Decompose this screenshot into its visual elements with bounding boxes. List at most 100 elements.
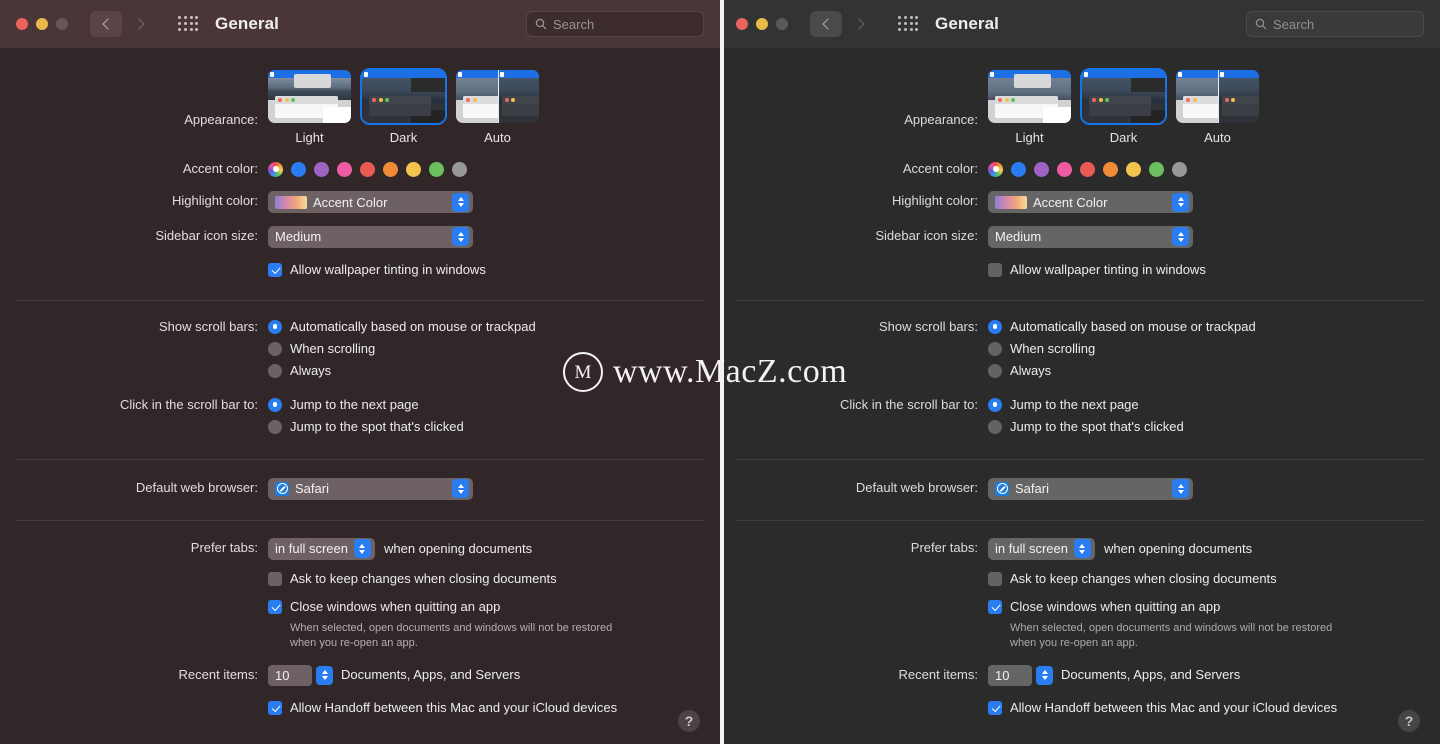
prefer-tabs-popup[interactable]: in full screen — [268, 537, 375, 560]
chevron-updown-icon[interactable] — [1073, 539, 1091, 558]
scrollbar-option-always[interactable]: Always — [268, 361, 704, 381]
chevron-updown-icon[interactable] — [452, 479, 469, 498]
help-button[interactable]: ? — [678, 710, 700, 732]
accent-swatch-purple[interactable] — [1034, 161, 1049, 177]
radio-jump-spot-clicked[interactable] — [268, 419, 282, 434]
wallpaper-tinting-checkbox[interactable] — [268, 262, 282, 277]
wallpaper-tinting-checkbox-row[interactable]: Allow wallpaper tinting in windows — [988, 260, 1424, 280]
recent-items-stepper[interactable] — [1036, 665, 1053, 685]
appearance-option-dark[interactable]: Dark — [360, 68, 447, 145]
radio-jump-spot-clicked[interactable] — [988, 419, 1002, 434]
forward-button[interactable] — [844, 11, 876, 37]
default-browser-popup[interactable]: Safari — [268, 477, 473, 500]
chevron-updown-icon[interactable] — [1172, 479, 1189, 498]
handoff-checkbox-row[interactable]: Allow Handoff between this Mac and your … — [268, 698, 704, 718]
scrollclick-option-next-page[interactable]: Jump to the next page — [268, 395, 704, 415]
chevron-updown-icon[interactable] — [452, 227, 469, 246]
show-all-grid-icon[interactable] — [178, 16, 199, 32]
close-windows-checkbox-row[interactable]: Close windows when quitting an app — [988, 597, 1424, 617]
accent-swatch-yellow[interactable] — [1126, 161, 1141, 177]
minimize-button[interactable] — [756, 18, 768, 30]
back-button[interactable] — [90, 11, 122, 37]
appearance-option-light[interactable]: Light — [268, 70, 351, 145]
accent-swatch-multicolor[interactable] — [988, 161, 1003, 177]
handoff-checkbox-row[interactable]: Allow Handoff between this Mac and your … — [988, 698, 1424, 718]
close-button[interactable] — [16, 18, 28, 30]
ask-keep-changes-checkbox-row[interactable]: Ask to keep changes when closing documen… — [268, 569, 704, 589]
close-windows-checkbox[interactable] — [988, 599, 1002, 614]
accent-swatch-multicolor[interactable] — [268, 161, 283, 177]
appearance-options[interactable]: Light Dark Auto — [988, 68, 1424, 145]
accent-swatch-green[interactable] — [1149, 161, 1164, 177]
chevron-updown-icon[interactable] — [1172, 192, 1189, 212]
chevron-updown-icon[interactable] — [353, 539, 371, 558]
recent-items-value[interactable]: 10 — [268, 664, 312, 686]
accent-swatch-yellow[interactable] — [406, 161, 421, 177]
radio-scrollbar-when-scrolling[interactable] — [988, 341, 1002, 356]
appearance-option-auto[interactable]: Auto — [1176, 70, 1259, 145]
wallpaper-tinting-checkbox[interactable] — [988, 262, 1002, 277]
search-field[interactable]: Search — [1246, 11, 1424, 37]
scrollclick-option-spot-clicked[interactable]: Jump to the spot that's clicked — [988, 417, 1424, 437]
scrollbar-option-auto[interactable]: Automatically based on mouse or trackpad — [268, 317, 704, 337]
forward-button[interactable] — [124, 11, 156, 37]
search-field[interactable]: Search — [526, 11, 704, 37]
appearance-thumb-dark[interactable] — [360, 68, 447, 125]
accent-swatch-red[interactable] — [360, 161, 375, 177]
close-windows-checkbox[interactable] — [268, 599, 282, 614]
radio-jump-next-page[interactable] — [988, 397, 1002, 412]
ask-keep-changes-checkbox-row[interactable]: Ask to keep changes when closing documen… — [988, 569, 1424, 589]
scrollbar-option-when-scrolling[interactable]: When scrolling — [988, 339, 1424, 359]
accent-swatch-graphite[interactable] — [452, 161, 467, 177]
traffic-lights[interactable] — [16, 18, 68, 30]
radio-scrollbar-auto[interactable] — [988, 319, 1002, 334]
recent-items-stepper[interactable] — [316, 665, 333, 685]
accent-swatch-blue[interactable] — [1011, 161, 1026, 177]
zoom-button[interactable] — [776, 18, 788, 30]
show-all-grid-icon[interactable] — [898, 16, 919, 32]
highlight-color-popup[interactable]: Accent Color — [988, 191, 1193, 213]
appearance-option-light[interactable]: Light — [988, 70, 1071, 145]
accent-swatch-orange[interactable] — [1103, 161, 1118, 177]
appearance-thumb-light[interactable] — [988, 70, 1071, 123]
accent-swatch-blue[interactable] — [291, 161, 306, 177]
appearance-thumb-auto[interactable] — [1176, 70, 1259, 123]
appearance-option-auto[interactable]: Auto — [456, 70, 539, 145]
radio-scrollbar-always[interactable] — [988, 363, 1002, 378]
appearance-thumb-dark[interactable] — [1080, 68, 1167, 125]
default-browser-popup[interactable]: Safari — [988, 477, 1193, 500]
accent-swatch-purple[interactable] — [314, 161, 329, 177]
recent-items-value[interactable]: 10 — [988, 664, 1032, 686]
accent-swatch-green[interactable] — [429, 161, 444, 177]
handoff-checkbox[interactable] — [988, 700, 1002, 715]
appearance-thumb-auto[interactable] — [456, 70, 539, 123]
radio-scrollbar-when-scrolling[interactable] — [268, 341, 282, 356]
appearance-option-dark[interactable]: Dark — [1080, 68, 1167, 145]
sidebar-icon-size-popup[interactable]: Medium — [268, 225, 473, 248]
back-button[interactable] — [810, 11, 842, 37]
traffic-lights[interactable] — [736, 18, 788, 30]
accent-swatch-pink[interactable] — [337, 161, 352, 177]
scrollbar-option-when-scrolling[interactable]: When scrolling — [268, 339, 704, 359]
scrollclick-option-spot-clicked[interactable]: Jump to the spot that's clicked — [268, 417, 704, 437]
accent-swatch-red[interactable] — [1080, 161, 1095, 177]
scrollclick-option-next-page[interactable]: Jump to the next page — [988, 395, 1424, 415]
appearance-options[interactable]: Light Dark Auto — [268, 68, 704, 145]
wallpaper-tinting-checkbox-row[interactable]: Allow wallpaper tinting in windows — [268, 260, 704, 280]
ask-keep-changes-checkbox[interactable] — [988, 571, 1002, 586]
navigation-buttons[interactable] — [810, 11, 876, 37]
chevron-updown-icon[interactable] — [1172, 227, 1189, 246]
accent-color-swatches[interactable] — [268, 159, 704, 179]
radio-scrollbar-always[interactable] — [268, 363, 282, 378]
appearance-thumb-light[interactable] — [268, 70, 351, 123]
accent-swatch-pink[interactable] — [1057, 161, 1072, 177]
chevron-updown-icon[interactable] — [452, 192, 469, 212]
close-button[interactable] — [736, 18, 748, 30]
minimize-button[interactable] — [36, 18, 48, 30]
radio-jump-next-page[interactable] — [268, 397, 282, 412]
help-button[interactable]: ? — [1398, 710, 1420, 732]
sidebar-icon-size-popup[interactable]: Medium — [988, 225, 1193, 248]
close-windows-checkbox-row[interactable]: Close windows when quitting an app — [268, 597, 704, 617]
prefer-tabs-popup[interactable]: in full screen — [988, 537, 1095, 560]
ask-keep-changes-checkbox[interactable] — [268, 571, 282, 586]
